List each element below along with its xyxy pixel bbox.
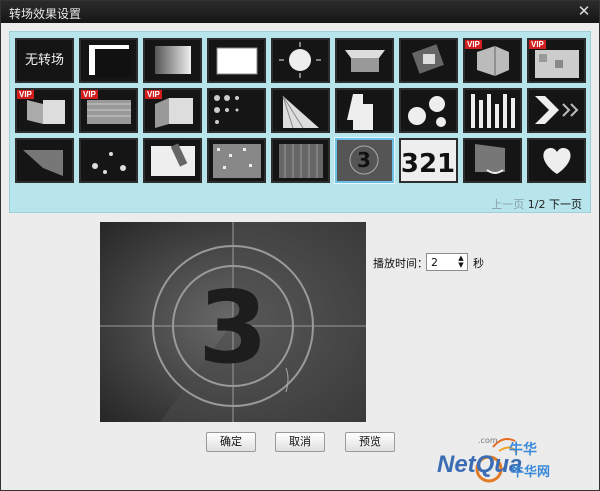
rotate-arrow-icon [475,144,505,174]
cancel-button[interactable]: 取消 [275,432,325,452]
fan-sweep-icon [282,95,319,129]
fade-gradient-icon [155,46,191,74]
watermark-cn-top: 牛华 [509,442,537,458]
chevron-arrows-icon [535,96,579,124]
transition-thumb-countdown-3[interactable]: 3 [335,138,394,183]
close-icon[interactable]: ✕ [575,2,593,20]
rotate-squares-icon [412,44,444,74]
transition-thumb-none[interactable]: 无转场 [15,38,74,83]
total-pages: /2 [534,198,546,211]
dialog-title: 转场效果设置 [9,7,82,21]
curtain-icon [279,144,323,178]
transition-thumb-fade-gradient[interactable] [143,38,202,83]
transition-thumb-cube[interactable]: VIP [463,38,522,83]
next-page-link[interactable]: 下一页 [549,198,582,211]
transition-thumb-rotate-squares[interactable] [399,38,458,83]
heart-icon [543,148,571,174]
circle-bubbles-icon [408,96,446,127]
transition-thumb-paint-brush[interactable] [143,138,202,183]
zoom-arrows-icon [279,42,321,78]
transition-thumb-bar-stripes[interactable] [463,88,522,133]
vip-badge: VIP [529,40,546,49]
transition-settings-dialog: 转场效果设置 ✕ 上一页 1/2 下一页 无转场 VIP VIP VIP VIP VIP 3… [0,0,600,491]
current-page: 1 [527,198,535,211]
spinner-arrows-icon[interactable]: ▲ ▼ [456,255,466,269]
transition-thumb-blinds-blur[interactable]: VIP [79,88,138,133]
site-watermark: .com NetQua 牛华 牛华网 [431,431,596,489]
no-transition-label: 无转场 [24,53,64,68]
transition-thumb-zoom-arrows[interactable] [271,38,330,83]
duration-unit: 秒 [473,257,484,270]
transition-thumb-page-curl[interactable] [15,138,74,183]
transition-thumb-noise-static[interactable] [207,138,266,183]
preview-button[interactable]: 预览 [345,432,395,452]
ok-button[interactable]: 确定 [206,432,256,452]
countdown-3-icon: 3 [337,140,392,181]
transition-thumb-shrink-window[interactable] [79,38,138,83]
sparkle-bokeh-icon [92,152,126,174]
watermark-com: .com [478,436,498,445]
frame-slide-icon [216,47,258,75]
transition-preview: 3 [100,222,366,422]
transition-thumb-curtain[interactable] [271,138,330,183]
duration-value: 2 [431,256,438,269]
transition-thumb-fan-sweep[interactable] [271,88,330,133]
duration-spinner[interactable]: 2 ▲ ▼ [426,253,468,271]
duration-label: 播放时间： [373,257,428,270]
transition-thumb-dots-dissolve[interactable] [207,88,266,133]
countdown-321-icon: 321 [401,140,456,181]
step-wipe-icon [347,94,373,130]
transition-thumb-heart[interactable] [527,138,586,183]
pager: 上一页 1/2 下一页 [491,196,582,212]
bar-stripes-icon [471,94,515,128]
transition-thumb-chevron-arrows[interactable] [527,88,586,133]
transition-thumb-rotate-arrow[interactable] [463,138,522,183]
vip-badge: VIP [465,40,482,49]
transition-thumb-circle-bubbles[interactable] [399,88,458,133]
transition-thumb-mosaic[interactable]: VIP [527,38,586,83]
lift-page-icon [345,50,385,72]
dots-dissolve-icon [214,95,239,124]
paint-brush-icon [151,143,195,176]
prev-page-link[interactable]: 上一页 [491,198,524,211]
countdown-321-text: 321 [401,149,455,179]
vip-badge: VIP [81,90,98,99]
transition-thumb-sparkle-bokeh[interactable] [79,138,138,183]
page-curl-icon [23,150,63,176]
transition-thumb-page-flip[interactable]: VIP [143,88,202,133]
transition-thumb-countdown-321[interactable]: 321 [399,138,458,183]
transition-thumb-lift-page[interactable] [335,38,394,83]
vip-badge: VIP [17,90,34,99]
countdown-number: 3 [198,269,268,386]
transition-gallery: 上一页 1/2 下一页 无转场 VIP VIP VIP VIP VIP 3 321 [9,31,591,213]
transition-thumb-frame-slide[interactable] [207,38,266,83]
shrink-window-icon [89,45,131,77]
countdown-film-icon: 3 [100,222,366,422]
countdown-3-text: 3 [357,148,371,172]
noise-static-icon [213,144,261,178]
transition-thumb-fold-left[interactable]: VIP [15,88,74,133]
vip-badge: VIP [145,90,162,99]
transition-thumb-step-wipe[interactable] [335,88,394,133]
watermark-cn-bottom: 牛华网 [511,465,551,480]
title-bar: 转场效果设置 ✕ [1,1,599,23]
